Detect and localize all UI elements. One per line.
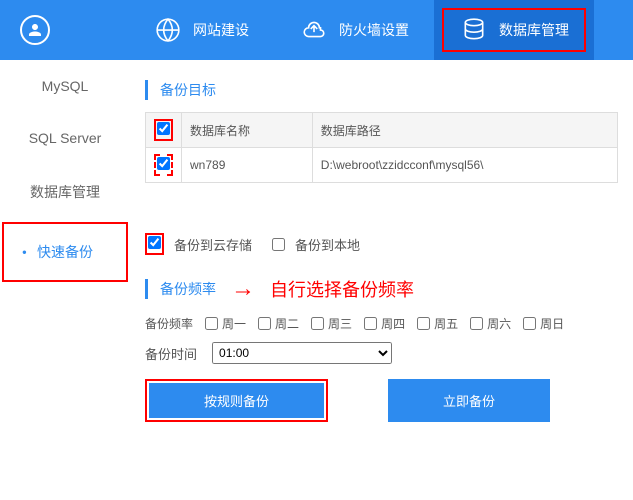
col-name: 数据库名称 <box>182 113 313 148</box>
day-sun[interactable] <box>523 317 536 330</box>
database-icon <box>459 15 489 45</box>
now-backup-button[interactable]: 立即备份 <box>388 379 550 422</box>
cell-path: D:\webroot\zzidcconf\mysql56\ <box>312 148 617 183</box>
nav-database[interactable]: 数据库管理 <box>434 0 594 60</box>
select-all-checkbox[interactable] <box>157 122 170 135</box>
local-label: 备份到本地 <box>295 235 360 254</box>
table-row: wn789 D:\webroot\zzidcconf\mysql56\ <box>146 148 618 183</box>
annotation-text: 自行选择备份频率 <box>270 276 414 302</box>
nav-label: 数据库管理 <box>499 20 569 40</box>
time-label: 备份时间 <box>145 344 197 363</box>
nav-firewall[interactable]: 防火墙设置 <box>274 0 434 60</box>
sidebar-mysql[interactable]: MySQL <box>0 60 130 112</box>
day-fri[interactable] <box>417 317 430 330</box>
day-wed[interactable] <box>311 317 324 330</box>
sidebar-quick-backup[interactable]: 快速备份 <box>4 224 126 280</box>
day-sat[interactable] <box>470 317 483 330</box>
globe-icon <box>153 15 183 45</box>
day-tue[interactable] <box>258 317 271 330</box>
nav-label: 网站建设 <box>193 20 249 40</box>
cell-name: wn789 <box>182 148 313 183</box>
nav-website[interactable]: 网站建设 <box>128 0 274 60</box>
row-checkbox[interactable] <box>157 157 170 170</box>
sidebar-sqlserver[interactable]: SQL Server <box>0 112 130 164</box>
local-checkbox[interactable] <box>272 238 285 251</box>
day-mon[interactable] <box>205 317 218 330</box>
section-backup-target: 备份目标 <box>145 80 618 100</box>
avatar-icon <box>20 15 50 45</box>
content: 备份目标 数据库名称 数据库路径 wn789 D:\webroot\zzidcc… <box>130 60 633 500</box>
db-table: 数据库名称 数据库路径 wn789 D:\webroot\zzidcconf\m… <box>145 112 618 183</box>
nav-label: 防火墙设置 <box>339 20 409 40</box>
top-nav: 网站建设 防火墙设置 数据库管理 <box>0 0 633 60</box>
section-backup-freq: 备份频率 <box>145 279 216 299</box>
time-select[interactable]: 01:00 <box>212 342 392 364</box>
user-section[interactable] <box>0 15 128 45</box>
sidebar: MySQL SQL Server 数据库管理 快速备份 <box>0 60 130 500</box>
cloud-upload-icon <box>299 15 329 45</box>
cloud-label: 备份到云存储 <box>174 235 252 254</box>
rule-backup-button[interactable]: 按规则备份 <box>149 383 324 418</box>
username <box>60 18 108 42</box>
cloud-checkbox[interactable] <box>148 236 161 249</box>
sidebar-db-manage[interactable]: 数据库管理 <box>0 164 130 220</box>
table-header-row: 数据库名称 数据库路径 <box>146 113 618 148</box>
arrow-icon: → <box>231 275 255 303</box>
freq-label: 备份频率 <box>145 315 193 332</box>
col-path: 数据库路径 <box>312 113 617 148</box>
day-thu[interactable] <box>364 317 377 330</box>
